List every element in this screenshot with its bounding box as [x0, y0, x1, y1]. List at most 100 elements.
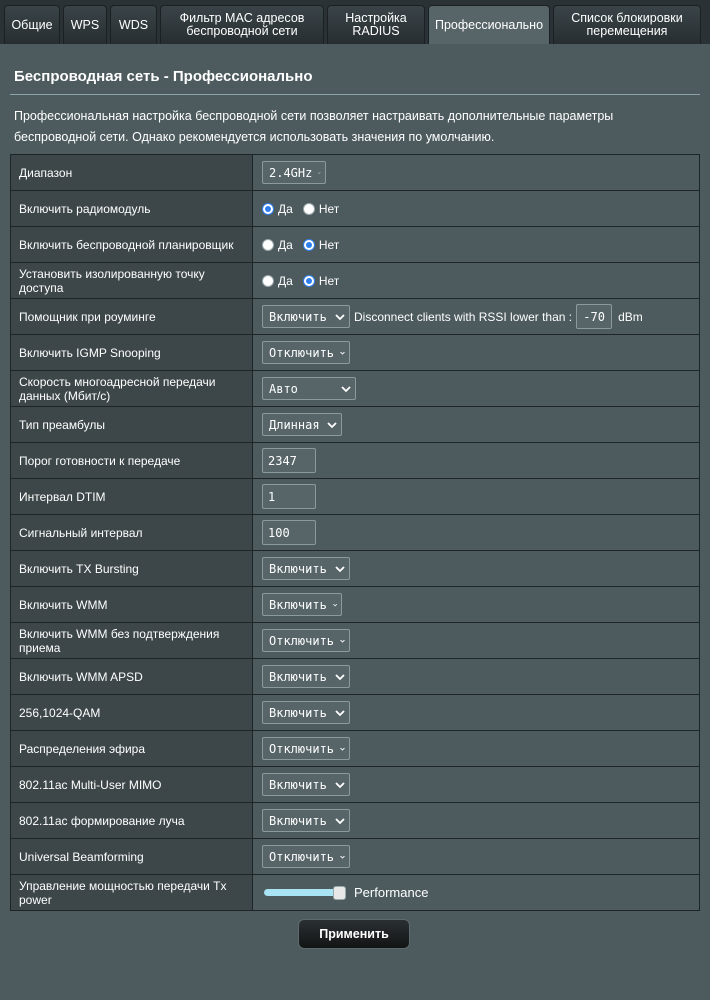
tab-radius[interactable]: Настройка RADIUS	[327, 5, 425, 44]
rssi-unit: dBm	[618, 309, 643, 324]
wmm-apsd-select[interactable]: Включить	[262, 665, 350, 688]
setting-label: 256,1024-QAM	[11, 695, 253, 730]
chevron-down-icon	[335, 817, 345, 824]
radio-enable-yes[interactable]	[262, 202, 274, 215]
setting-label: Скорость многоадресной передачи данных (…	[11, 371, 253, 406]
scheduler-yes[interactable]	[262, 238, 274, 251]
tab-general[interactable]: Общие	[4, 5, 60, 44]
select-value: Длинная	[269, 417, 320, 432]
setting-label: Включить радиомодуль	[11, 191, 253, 226]
multicast-select[interactable]: Авто	[262, 377, 356, 400]
row-roaming: Помощник при роуминге Включить Disconnec…	[11, 299, 700, 335]
rssi-input[interactable]: -70	[576, 304, 613, 329]
tab-label: WPS	[70, 17, 100, 32]
mu-mimo-select[interactable]: Включить	[262, 773, 350, 796]
setting-label: Сигнальный интервал	[11, 515, 253, 550]
tab-wds[interactable]: WDS	[110, 5, 157, 44]
select-value: Авто	[269, 381, 298, 396]
select-value: Отключить	[269, 741, 335, 756]
rssi-text: Disconnect clients with RSSI lower than …	[354, 309, 573, 324]
setting-label: Включить IGMP Snooping	[11, 335, 253, 370]
setting-label: Распределения эфира	[11, 731, 253, 766]
row-isolated-ap: Установить изолированную точку доступа Д…	[11, 263, 700, 299]
wmm-noack-select[interactable]: Отключить	[262, 629, 350, 652]
tab-roaming-block[interactable]: Список блокировки перемещения	[553, 5, 701, 44]
airtime-select[interactable]: Отключить	[262, 737, 350, 760]
rts-input[interactable]: 2347	[262, 448, 316, 473]
radio-label-yes: Да	[278, 237, 293, 252]
preamble-select[interactable]: Длинная	[262, 413, 342, 436]
page-title: Беспроводная сеть - Профессионально	[14, 68, 313, 85]
chevron-down-icon	[340, 351, 345, 355]
tx-bursting-select[interactable]: Включить	[262, 557, 350, 580]
select-value: Включить	[269, 669, 327, 684]
scheduler-no[interactable]	[302, 238, 315, 251]
chevron-down-icon	[340, 639, 345, 643]
roaming-select[interactable]: Включить	[262, 305, 350, 328]
row-tx-bursting: Включить TX Bursting Включить	[11, 551, 700, 587]
setting-label: Тип преамбулы	[11, 407, 253, 442]
chevron-down-icon	[318, 171, 321, 174]
tab-bar: Общие WPS WDS Фильтр MAC адресов беспров…	[0, 0, 710, 44]
tab-professional[interactable]: Профессионально	[428, 5, 550, 44]
row-wmm-noack: Включить WMM без подтверждения приема От…	[11, 623, 700, 659]
setting-label: Диапазон	[11, 155, 253, 190]
radio-label-no: Нет	[318, 201, 340, 216]
tx-power-slider[interactable]	[264, 885, 346, 900]
setting-label: Управление мощностью передачи Tx power	[11, 875, 253, 910]
tab-label: WDS	[118, 17, 149, 32]
row-universal-beamforming: Universal Beamforming Отключить	[11, 839, 700, 875]
row-band: Диапазон 2.4GHz	[11, 155, 700, 191]
tab-label: Фильтр MAC адресов беспроводной сети	[179, 11, 305, 38]
tab-mac-filter[interactable]: Фильтр MAC адресов беспроводной сети	[160, 5, 324, 44]
tab-label: Профессионально	[434, 17, 544, 32]
setting-label: Включить WMM APSD	[11, 659, 253, 694]
setting-label: Установить изолированную точку доступа	[11, 263, 253, 298]
row-qam: 256,1024-QAM Включить	[11, 695, 700, 731]
chevron-down-icon	[340, 747, 345, 751]
beamforming-select[interactable]: Включить	[262, 809, 350, 832]
dtim-input[interactable]: 1	[262, 484, 316, 509]
setting-label: 802.11ac Multi-User MIMO	[11, 767, 253, 802]
setting-label: Включить WMM без подтверждения приема	[11, 623, 253, 658]
select-value: Отключить	[269, 849, 335, 864]
radio-label-yes: Да	[278, 273, 293, 288]
wmm-select[interactable]: Включить	[262, 593, 342, 616]
slider-fill	[264, 888, 340, 896]
band-select[interactable]: 2.4GHz	[262, 161, 326, 184]
isolated-ap-no[interactable]	[302, 274, 315, 287]
slider-handle[interactable]	[333, 885, 346, 900]
universal-bf-select[interactable]: Отключить	[262, 845, 350, 868]
setting-label: 802.11ac формирование луча	[11, 803, 253, 838]
qam-select[interactable]: Включить	[262, 701, 350, 724]
row-multicast: Скорость многоадресной передачи данных (…	[11, 371, 700, 407]
select-value: Включить	[269, 777, 327, 792]
chevron-down-icon	[327, 421, 337, 428]
apply-button[interactable]: Применить	[298, 919, 410, 949]
row-tx-power: Управление мощностью передачи Tx power P…	[11, 875, 700, 911]
select-value: Включить	[269, 597, 327, 612]
row-scheduler: Включить беспроводной планировщик Да Нет	[11, 227, 700, 263]
tab-wps[interactable]: WPS	[63, 5, 107, 44]
beacon-input[interactable]: 100	[262, 520, 316, 545]
row-radio: Включить радиомодуль Да Нет	[11, 191, 700, 227]
page-description: Профессиональная настройка беспроводной …	[14, 109, 614, 144]
isolated-ap-yes[interactable]	[262, 274, 274, 287]
chevron-down-icon	[340, 855, 345, 859]
tab-label: Список блокировки перемещения	[571, 11, 683, 38]
select-value: Отключить	[269, 345, 335, 360]
chevron-down-icon	[332, 603, 337, 606]
tab-label: Общие	[11, 17, 53, 32]
tab-label: Настройка RADIUS	[345, 11, 407, 38]
setting-label: Universal Beamforming	[11, 839, 253, 874]
select-value: Отключить	[269, 633, 335, 648]
row-beamforming: 802.11ac формирование луча Включить	[11, 803, 700, 839]
radio-label-no: Нет	[318, 273, 340, 288]
igmp-select[interactable]: Отключить	[262, 341, 350, 364]
setting-label: Помощник при роуминге	[11, 299, 253, 334]
settings-table: Диапазон 2.4GHz Включить радиомодуль Да …	[10, 154, 700, 911]
select-value: Включить	[269, 813, 327, 828]
chevron-down-icon	[335, 565, 345, 572]
select-value: Включить	[269, 309, 327, 324]
radio-enable-no[interactable]	[302, 202, 315, 215]
